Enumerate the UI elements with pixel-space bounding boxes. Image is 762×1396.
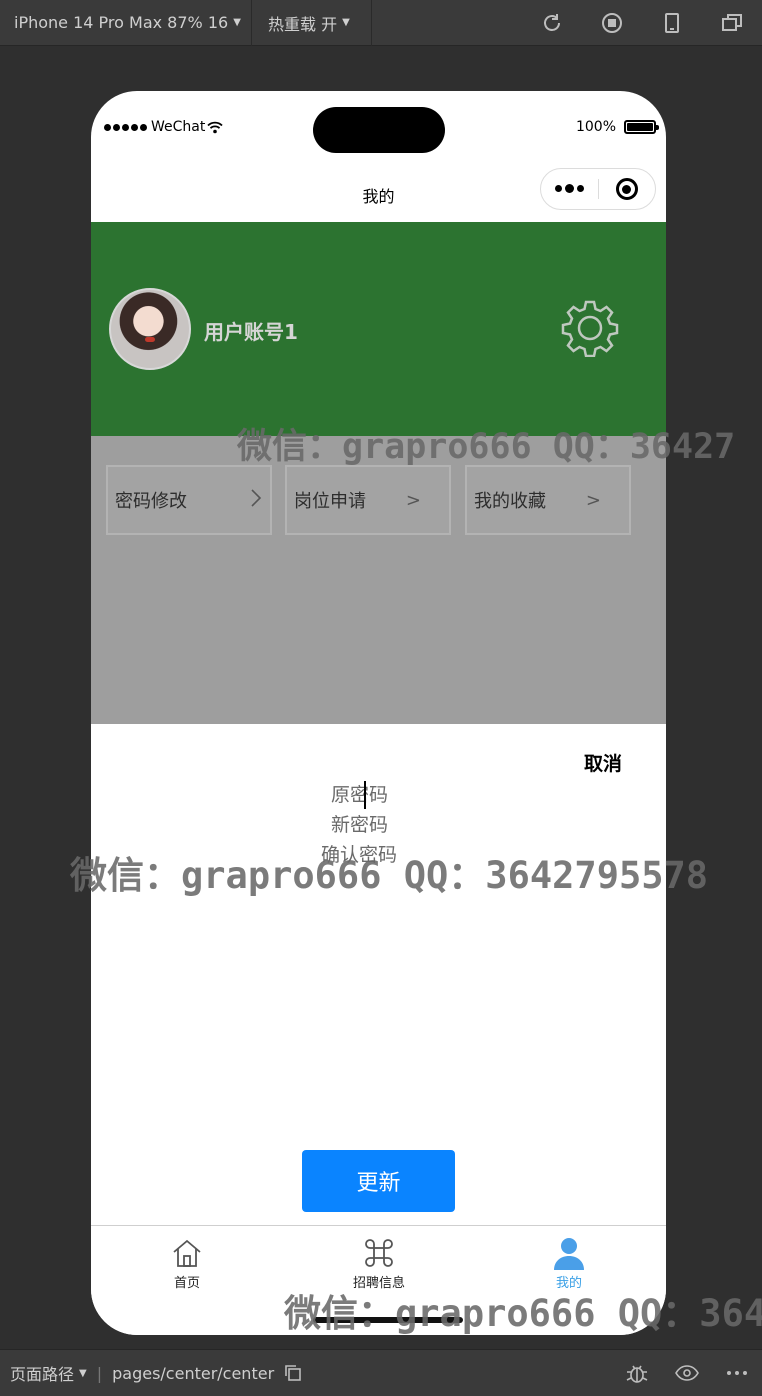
chevron-down-icon: ▼ xyxy=(233,17,241,28)
watermark-text: 微信：grapro666 QQ：3642795578 xyxy=(70,854,709,897)
page-path-selector[interactable]: 页面路径 ▼ xyxy=(0,1361,87,1385)
old-password-input[interactable] xyxy=(306,780,466,810)
status-bar: WeChat 100% xyxy=(91,115,666,143)
menu-item-job-apply[interactable]: 岗位申请 > xyxy=(285,465,451,535)
device-label: iPhone 14 Pro Max 87% 16 xyxy=(14,13,229,32)
chevron-down-icon: ▼ xyxy=(342,17,350,28)
new-password-input[interactable] xyxy=(306,810,466,840)
text-cursor xyxy=(364,781,366,809)
hot-reload-toggle[interactable]: 热重载 开 ▼ xyxy=(252,0,372,46)
menu-item-label: 我的收藏 xyxy=(474,491,546,512)
devtools-statusbar: 页面路径 ▼ | pages/center/center xyxy=(0,1349,762,1396)
chevron-right-icon xyxy=(250,488,262,513)
divider: | xyxy=(96,1363,103,1383)
battery-icon xyxy=(624,120,659,134)
menu-item-label: 岗位申请 xyxy=(294,491,366,512)
copy-icon[interactable] xyxy=(284,1364,302,1382)
close-miniprogram-icon[interactable] xyxy=(599,178,655,200)
page-path-label: 页面路径 xyxy=(10,1365,75,1384)
nav-bar: 我的 xyxy=(91,161,666,223)
menu-item-password[interactable]: 密码修改 xyxy=(106,465,272,535)
battery-label: 100% xyxy=(575,119,616,135)
chevron-right-icon: > xyxy=(585,489,601,511)
tab-home[interactable]: 首页 xyxy=(117,1236,257,1291)
more-icon[interactable] xyxy=(541,184,598,193)
user-icon xyxy=(499,1236,639,1270)
carrier-label: WeChat xyxy=(151,119,206,135)
phone-icon[interactable] xyxy=(642,0,702,46)
update-button[interactable]: 更新 xyxy=(302,1150,455,1212)
stop-icon[interactable] xyxy=(582,0,642,46)
profile-header: 用户账号1 xyxy=(91,222,666,436)
watermark-text: 微信：grapro666 QQ：3642795578 xyxy=(284,1292,762,1335)
home-icon xyxy=(117,1236,257,1270)
more-icon[interactable] xyxy=(712,1350,762,1396)
device-selector[interactable]: iPhone 14 Pro Max 87% 16 ▼ xyxy=(0,0,252,46)
phone-frame: WeChat 100% 我的 用户账号1 密码修改 岗位申请 > 我的收藏 > … xyxy=(91,91,666,1335)
chevron-right-icon: > xyxy=(405,489,421,511)
signal-icon xyxy=(104,123,147,131)
tab-label: 首页 xyxy=(173,1276,200,1291)
hot-reload-label: 热重载 开 xyxy=(268,14,338,34)
username: 用户账号1 xyxy=(204,320,298,344)
wifi-icon xyxy=(207,121,223,133)
page-path-value: pages/center/center xyxy=(112,1363,275,1383)
window-icon[interactable] xyxy=(702,0,762,46)
gear-icon[interactable] xyxy=(561,299,619,357)
cancel-button[interactable]: 取消 xyxy=(584,749,622,776)
menu-item-label: 密码修改 xyxy=(115,491,187,512)
chevron-down-icon: ▼ xyxy=(79,1367,87,1379)
password-sheet: 取消 更新 xyxy=(91,724,666,1226)
menu-capsule xyxy=(540,168,656,210)
menu-item-favorites[interactable]: 我的收藏 > xyxy=(465,465,631,535)
modal-overlay[interactable]: 密码修改 岗位申请 > 我的收藏 > xyxy=(91,436,666,724)
avatar[interactable] xyxy=(109,288,191,370)
watermark-text: 微信：grapro666 QQ：36427 xyxy=(237,427,736,467)
bug-icon[interactable] xyxy=(612,1350,662,1396)
eye-icon[interactable] xyxy=(662,1350,712,1396)
devtools-toolbar: iPhone 14 Pro Max 87% 16 ▼ 热重载 开 ▼ xyxy=(0,0,762,46)
refresh-icon[interactable] xyxy=(522,0,582,46)
command-icon xyxy=(309,1236,449,1270)
